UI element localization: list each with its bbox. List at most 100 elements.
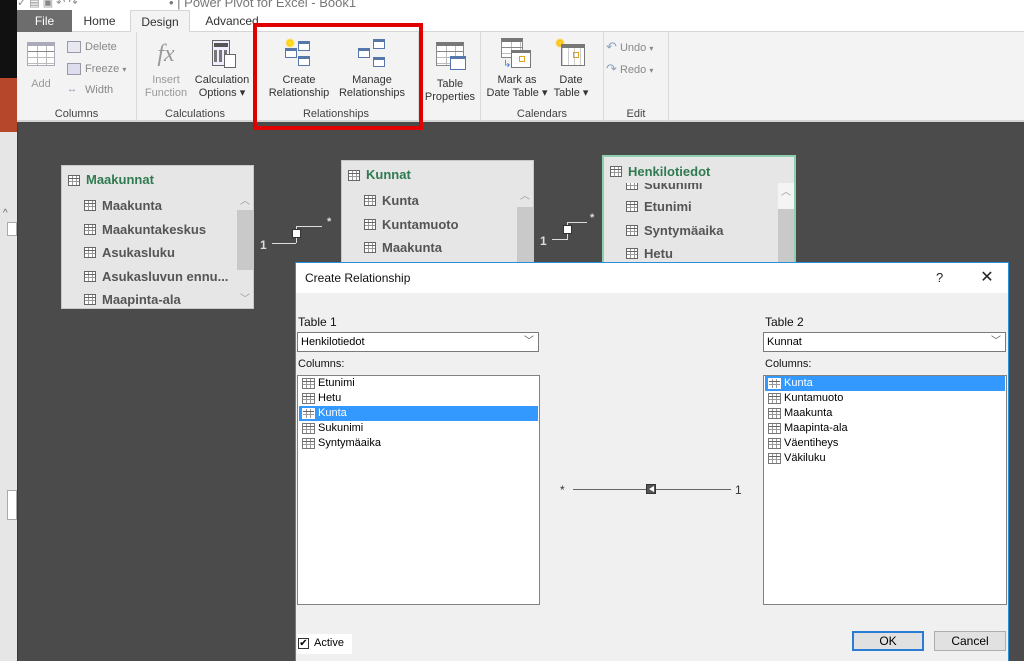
- table1-columns-list[interactable]: Etunimi Hetu Kunta Sukunimi Syntymäaika: [297, 375, 540, 605]
- close-button[interactable]: ✕: [976, 267, 998, 287]
- list-item[interactable]: Väentiheys: [765, 436, 1005, 451]
- dialog-title-bar[interactable]: Create Relationship ? ✕: [296, 263, 1008, 293]
- active-checkbox-field[interactable]: ✔ Active: [297, 634, 352, 654]
- list-item[interactable]: Syntymäaika: [299, 436, 538, 451]
- table-properties-label-1: Table: [436, 78, 464, 90]
- active-checkbox[interactable]: ✔: [298, 638, 309, 649]
- cardinality-many-label: *: [590, 212, 595, 224]
- column-item[interactable]: Maakuntakeskus: [62, 218, 253, 242]
- table-columns: Sukunimi Etunimi Syntymäaika Hetu ︿: [604, 183, 794, 268]
- list-item[interactable]: Väkiluku: [765, 451, 1005, 466]
- cancel-button[interactable]: Cancel: [934, 631, 1006, 651]
- scroll-up-icon[interactable]: ^: [3, 208, 8, 219]
- table-properties-button[interactable]: Table Properties: [421, 38, 479, 104]
- connector-handle-icon[interactable]: [563, 225, 572, 234]
- table-header[interactable]: Henkilotiedot: [604, 157, 794, 183]
- table2-columns-list[interactable]: Kunta Kuntamuoto Maakunta Maapinta-ala V…: [763, 375, 1007, 605]
- tab-home[interactable]: Home: [72, 10, 127, 32]
- scroll-thumb[interactable]: [517, 207, 533, 269]
- create-relationship-button[interactable]: Create Relationship: [266, 38, 332, 100]
- add-column-button[interactable]: Add: [23, 38, 59, 91]
- table-header[interactable]: Maakunnat: [62, 166, 253, 194]
- title-bar: ✓ ▤ ▣ ↶ ↷ • | Power Pivot for Excel - Bo…: [17, 0, 1024, 10]
- column-icon: [302, 408, 315, 419]
- tab-design[interactable]: Design: [130, 10, 190, 33]
- table1-label: Table 1: [298, 315, 337, 329]
- connector-handle-icon[interactable]: [292, 229, 301, 238]
- list-item-label: Etunimi: [318, 377, 355, 389]
- column-icon: [768, 453, 781, 464]
- undo-button[interactable]: ↶ Undo ▾: [606, 38, 653, 56]
- column-name: Etunimi: [644, 199, 692, 214]
- list-item[interactable]: Sukunimi: [299, 421, 538, 436]
- background-window-strip: ^: [0, 0, 17, 661]
- group-calendars: ↳ Mark as Date Table ▾ Date Table ▾ Cale…: [481, 32, 604, 122]
- table-card-kunnat[interactable]: Kunnat Kunta Kuntamuoto Maakunta ︿: [341, 160, 534, 270]
- background-scroll-thumb[interactable]: [7, 490, 17, 520]
- table-name: Henkilotiedot: [628, 164, 711, 179]
- active-label: Active: [314, 637, 344, 649]
- column-name: Maakuntakeskus: [102, 221, 207, 237]
- mark-as-date-table-button[interactable]: ↳ Mark as Date Table ▾: [485, 38, 549, 100]
- scroll-up-icon[interactable]: ︿: [778, 185, 794, 201]
- scroll-up-icon[interactable]: ︿: [517, 189, 533, 205]
- tab-advanced[interactable]: Advanced: [197, 10, 267, 32]
- insert-function-button[interactable]: fx Insert Function: [143, 38, 189, 100]
- column-item[interactable]: Etunimi: [604, 195, 794, 219]
- list-item[interactable]: Kuntamuoto: [765, 391, 1005, 406]
- quick-access-toolbar[interactable]: ✓ ▤ ▣ ↶ ↷: [17, 0, 78, 9]
- column-item[interactable]: Kunta: [342, 189, 533, 213]
- undo-label: Undo: [619, 42, 647, 54]
- column-icon: [626, 224, 638, 236]
- column-item[interactable]: Kuntamuoto: [342, 213, 533, 237]
- column-item[interactable]: Maakunta: [342, 236, 533, 260]
- column-width-button[interactable]: ↔ Width: [67, 81, 113, 99]
- table-header[interactable]: Kunnat: [342, 161, 533, 189]
- table-card-henkilotiedot[interactable]: Henkilotiedot Sukunimi Etunimi Syntymäai…: [602, 155, 796, 270]
- list-item-selected[interactable]: Kunta: [765, 376, 1005, 391]
- group-relationships: Create Relationship Manage Relationships…: [254, 32, 419, 122]
- column-item[interactable]: Asukasluku: [62, 241, 253, 265]
- scroll-thumb[interactable]: [237, 210, 253, 270]
- mark-date-table-icon: ↳: [501, 38, 533, 70]
- column-item[interactable]: Maapinta-ala: [62, 288, 253, 308]
- table2-select[interactable]: Kunnat ﹀: [763, 332, 1006, 352]
- calculation-options-button[interactable]: Calculation Options ▾: [191, 38, 253, 100]
- manage-relationships-button[interactable]: Manage Relationships: [336, 38, 408, 100]
- column-name: Syntymäaika: [644, 222, 724, 238]
- ribbon-tabs: File Home Design Advanced: [17, 10, 1024, 33]
- table-scrollbar[interactable]: ︿: [778, 183, 794, 268]
- table-scrollbar[interactable]: ︿ ﹀: [237, 194, 253, 308]
- column-item-partial[interactable]: Sukunimi: [604, 183, 794, 195]
- list-item-label: Kunta: [784, 377, 813, 389]
- column-icon: [84, 223, 96, 235]
- delete-column-button[interactable]: Delete: [67, 38, 117, 56]
- redo-button[interactable]: ↷ Redo ▾: [606, 60, 653, 78]
- date-table-button[interactable]: Date Table ▾: [551, 38, 591, 100]
- list-item[interactable]: Maakunta: [765, 406, 1005, 421]
- list-item[interactable]: Maapinta-ala: [765, 421, 1005, 436]
- list-item[interactable]: Hetu: [299, 391, 538, 406]
- freeze-column-button[interactable]: Freeze ▾: [67, 60, 126, 78]
- background-scroll-button[interactable]: [7, 222, 17, 236]
- column-name: Kuntamuoto: [382, 216, 459, 232]
- scroll-up-icon[interactable]: ︿: [237, 194, 253, 210]
- group-table-properties: Table Properties: [419, 32, 481, 122]
- table1-select[interactable]: Henkilotiedot ﹀: [297, 332, 539, 352]
- list-item[interactable]: Etunimi: [299, 376, 538, 391]
- freeze-icon: [67, 63, 81, 76]
- table-card-maakunnat[interactable]: Maakunnat Maakunta Maakuntakeskus Asukas…: [61, 165, 254, 309]
- column-item[interactable]: Asukasluvun ennu...: [62, 265, 253, 289]
- list-item-selected[interactable]: Kunta: [299, 406, 538, 421]
- manage-label-2: Relationships: [338, 87, 406, 99]
- table-columns: Kunta Kuntamuoto Maakunta ︿: [342, 189, 533, 269]
- help-button[interactable]: ?: [936, 270, 943, 285]
- redo-label: Redo: [619, 64, 647, 76]
- column-item[interactable]: Maakunta: [62, 194, 253, 218]
- scroll-thumb[interactable]: [778, 209, 794, 268]
- table-scrollbar[interactable]: ︿: [517, 189, 533, 269]
- scroll-down-icon[interactable]: ﹀: [237, 292, 253, 308]
- ok-button[interactable]: OK: [852, 631, 924, 651]
- column-item[interactable]: Syntymäaika: [604, 219, 794, 243]
- tab-file[interactable]: File: [17, 10, 72, 32]
